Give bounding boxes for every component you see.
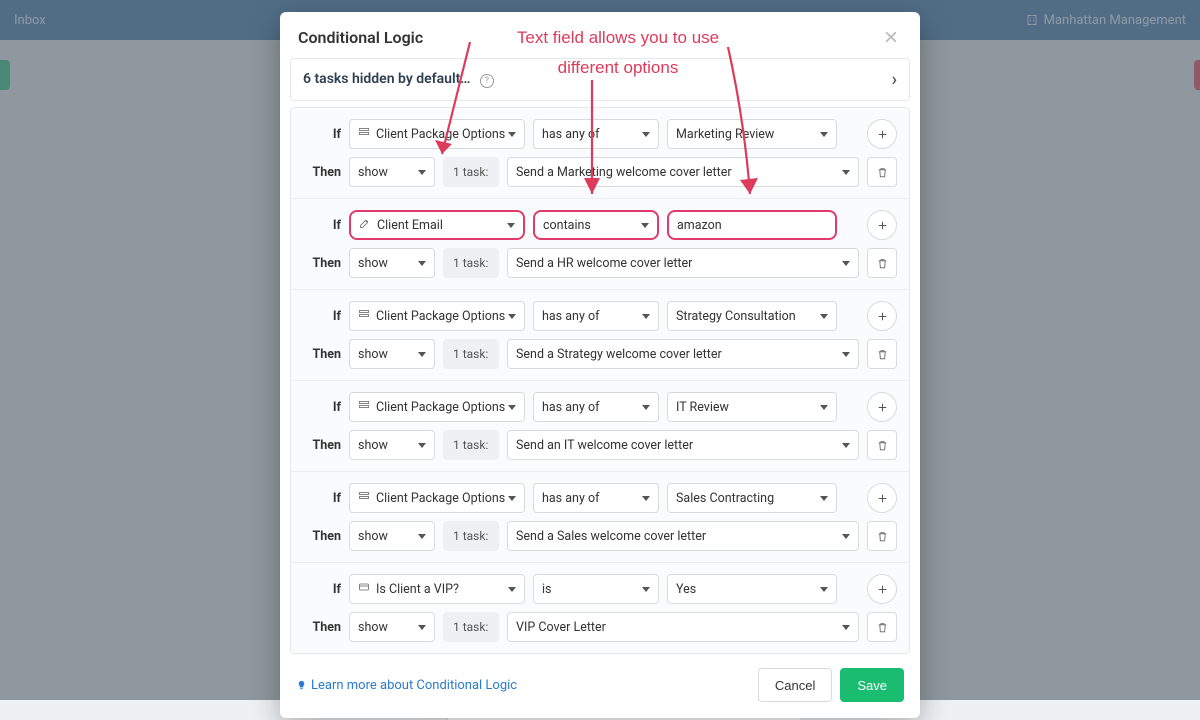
- form-field-icon: [358, 399, 370, 411]
- rule-action-select[interactable]: show: [349, 612, 435, 642]
- add-rule-button[interactable]: [867, 210, 897, 240]
- rule-field-select[interactable]: Client Package Options: [349, 301, 525, 331]
- rule-task-count: 1 task:: [443, 157, 499, 187]
- rules-list: If Client Package Options has any of Mar…: [290, 107, 910, 654]
- chevron-right-icon: ›: [892, 69, 897, 90]
- trash-icon: [876, 530, 889, 543]
- plus-icon: [876, 219, 889, 232]
- rule-task-count: 1 task:: [443, 248, 499, 278]
- trash-icon: [876, 621, 889, 634]
- form-field-icon: [358, 126, 370, 138]
- rule-field-select[interactable]: Client Package Options: [349, 483, 525, 513]
- close-icon: [883, 29, 899, 45]
- delete-rule-button[interactable]: [867, 612, 897, 642]
- if-label: If: [307, 582, 341, 597]
- rule-task-select[interactable]: Send a Sales welcome cover letter: [507, 521, 859, 551]
- plus-icon: [876, 401, 889, 414]
- rule-field-select[interactable]: Client Package Options: [349, 392, 525, 422]
- plus-icon: [876, 128, 889, 141]
- if-label: If: [307, 309, 341, 324]
- card-icon: [358, 581, 370, 593]
- rule: If Client Package Options has any of Str…: [291, 290, 909, 381]
- add-rule-button[interactable]: [867, 574, 897, 604]
- save-button[interactable]: Save: [840, 668, 904, 702]
- rule: If Client Package Options has any of Sal…: [291, 472, 909, 563]
- rule-field-select[interactable]: Client Email: [349, 210, 525, 240]
- rule-task-count: 1 task:: [443, 339, 499, 369]
- rule-task-count: 1 task:: [443, 612, 499, 642]
- cancel-button[interactable]: Cancel: [758, 668, 832, 702]
- plus-icon: [876, 492, 889, 505]
- rule: If Client Package Options has any of IT …: [291, 381, 909, 472]
- add-rule-button[interactable]: [867, 301, 897, 331]
- then-label: Then: [307, 347, 341, 362]
- rule-operator-select[interactable]: is: [533, 574, 659, 604]
- then-label: Then: [307, 256, 341, 271]
- then-label: Then: [307, 438, 341, 453]
- rule-field-select[interactable]: Client Package Options: [349, 119, 525, 149]
- then-label: Then: [307, 620, 341, 635]
- learn-more-link[interactable]: Learn more about Conditional Logic: [296, 678, 517, 693]
- if-label: If: [307, 218, 341, 233]
- close-button[interactable]: [880, 26, 902, 48]
- delete-rule-button[interactable]: [867, 248, 897, 278]
- then-label: Then: [307, 165, 341, 180]
- conditional-logic-modal: Conditional Logic 6 tasks hidden by defa…: [280, 12, 920, 718]
- trash-icon: [876, 257, 889, 270]
- rule-value-select[interactable]: Sales Contracting: [667, 483, 837, 513]
- form-field-icon: [358, 490, 370, 502]
- delete-rule-button[interactable]: [867, 521, 897, 551]
- if-label: If: [307, 400, 341, 415]
- rule-operator-select[interactable]: has any of: [533, 392, 659, 422]
- edit-icon: [359, 217, 371, 229]
- rule-value-select[interactable]: Yes: [667, 574, 837, 604]
- rule-action-select[interactable]: show: [349, 339, 435, 369]
- rule-task-select[interactable]: Send a HR welcome cover letter: [507, 248, 859, 278]
- rule-field-select[interactable]: Is Client a VIP?: [349, 574, 525, 604]
- rule-task-count: 1 task:: [443, 430, 499, 460]
- trash-icon: [876, 439, 889, 452]
- rule-action-select[interactable]: show: [349, 430, 435, 460]
- rule-value-select[interactable]: Strategy Consultation: [667, 301, 837, 331]
- trash-icon: [876, 348, 889, 361]
- form-field-icon: [358, 308, 370, 320]
- hidden-tasks-toggle[interactable]: 6 tasks hidden by default… ? ›: [290, 58, 910, 101]
- delete-rule-button[interactable]: [867, 157, 897, 187]
- add-rule-button[interactable]: [867, 119, 897, 149]
- add-rule-button[interactable]: [867, 392, 897, 422]
- rule-action-select[interactable]: show: [349, 157, 435, 187]
- rule: If Client Package Options has any of Mar…: [291, 108, 909, 199]
- then-label: Then: [307, 529, 341, 544]
- add-rule-button[interactable]: [867, 483, 897, 513]
- lightbulb-icon: [296, 680, 307, 691]
- rule: If Is Client a VIP? is Yes Then show 1 t…: [291, 563, 909, 653]
- rule-action-select[interactable]: show: [349, 521, 435, 551]
- modal-title: Conditional Logic: [298, 28, 423, 47]
- rule-value-input[interactable]: amazon: [667, 210, 837, 240]
- plus-icon: [876, 310, 889, 323]
- delete-rule-button[interactable]: [867, 430, 897, 460]
- rule-task-select[interactable]: Send an IT welcome cover letter: [507, 430, 859, 460]
- rule-value-select[interactable]: Marketing Review: [667, 119, 837, 149]
- rule-operator-select[interactable]: contains: [533, 210, 659, 240]
- plus-icon: [876, 583, 889, 596]
- if-label: If: [307, 127, 341, 142]
- if-label: If: [307, 491, 341, 506]
- help-icon[interactable]: ?: [480, 74, 494, 88]
- trash-icon: [876, 166, 889, 179]
- rule-operator-select[interactable]: has any of: [533, 301, 659, 331]
- rule: If Client Email contains amazon Then sho…: [291, 199, 909, 290]
- rule-value-select[interactable]: IT Review: [667, 392, 837, 422]
- delete-rule-button[interactable]: [867, 339, 897, 369]
- rule-operator-select[interactable]: has any of: [533, 483, 659, 513]
- rule-task-select[interactable]: VIP Cover Letter: [507, 612, 859, 642]
- rule-task-select[interactable]: Send a Strategy welcome cover letter: [507, 339, 859, 369]
- rule-operator-select[interactable]: has any of: [533, 119, 659, 149]
- rule-action-select[interactable]: show: [349, 248, 435, 278]
- rule-task-select[interactable]: Send a Marketing welcome cover letter: [507, 157, 859, 187]
- rule-task-count: 1 task:: [443, 521, 499, 551]
